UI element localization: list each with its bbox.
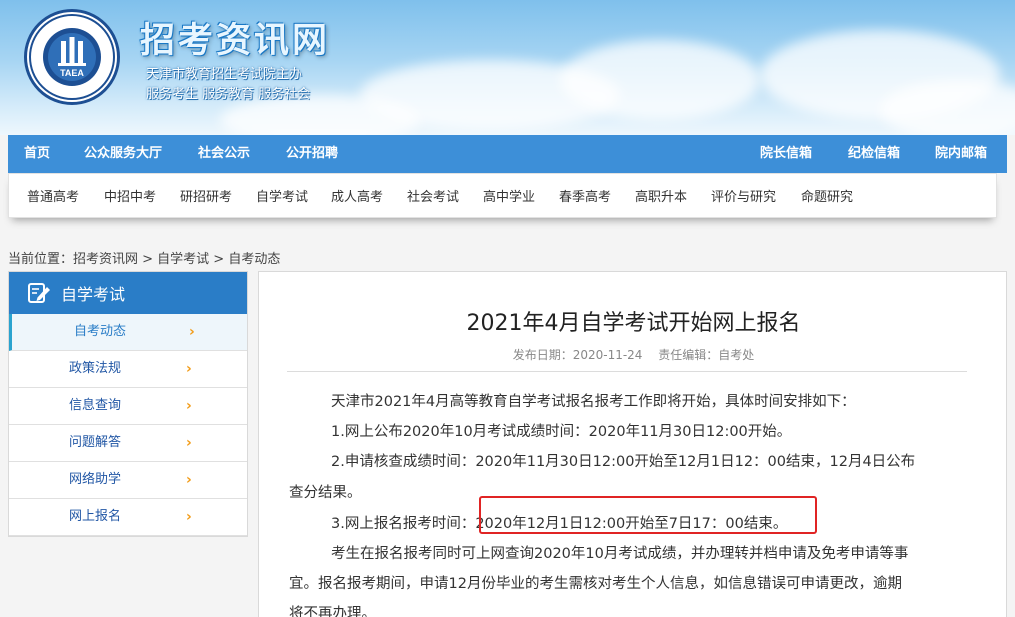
taea-logo-icon: TAEA bbox=[29, 14, 115, 100]
site-subtitle-host: 天津市教育招生考试院主办 bbox=[146, 67, 303, 82]
site-title: 招考资讯网 bbox=[140, 21, 331, 61]
subnav-adult-exam[interactable]: 成人高考 bbox=[331, 186, 383, 205]
subnav-self-study-exam[interactable]: 自学考试 bbox=[256, 186, 308, 205]
sidebar-item-label: 网上报名 bbox=[69, 509, 122, 524]
sidebar-item-online-tutoring[interactable]: 网络助学 › bbox=[9, 462, 247, 499]
sidebar-item-info-query[interactable]: 信息查询 › bbox=[9, 388, 247, 425]
highlight-box bbox=[479, 496, 817, 534]
sub-nav: 普通高考 中招中考 研招研考 自学考试 成人高考 社会考试 高中学业 春季高考 … bbox=[8, 173, 997, 218]
nav-president-mailbox[interactable]: 院长信箱 bbox=[760, 135, 812, 173]
subnav-vocational-upgrade[interactable]: 高职升本 bbox=[635, 186, 687, 205]
main-nav: 首页 公众服务大厅 社会公示 公开招聘 院长信箱 纪检信箱 院内邮箱 bbox=[8, 135, 1007, 173]
sidebar-item-faq[interactable]: 问题解答 › bbox=[9, 425, 247, 462]
subnav-graduate-exam[interactable]: 研招研考 bbox=[180, 186, 232, 205]
sidebar-title: 自学考试 bbox=[61, 285, 126, 304]
article-editor: 责任编辑：自考处 bbox=[658, 348, 755, 362]
chevron-right-icon: › bbox=[186, 472, 192, 488]
article-paragraph: 天津市2021年4月高等教育自学考试报名报考工作即将开始，具体时间安排如下： bbox=[331, 394, 856, 410]
chevron-right-icon: › bbox=[186, 398, 192, 414]
divider bbox=[287, 371, 967, 372]
article-paragraph: 查分结果。 bbox=[289, 485, 362, 501]
subnav-spring-gaokao[interactable]: 春季高考 bbox=[559, 186, 611, 205]
svg-text:TAEA: TAEA bbox=[60, 68, 84, 78]
sidebar-item-online-registration[interactable]: 网上报名 › bbox=[9, 499, 247, 536]
article-paragraph: 将不再办理。 bbox=[289, 606, 376, 617]
subnav-general-gaokao[interactable]: 普通高考 bbox=[27, 186, 79, 205]
sidebar-item-policies[interactable]: 政策法规 › bbox=[9, 351, 247, 388]
article-panel: 2021年4月自学考试开始网上报名 发布日期：2020-11-24 责任编辑：自… bbox=[258, 271, 1007, 617]
sidebar-item-label: 网络助学 bbox=[69, 472, 122, 487]
nav-discipline-mailbox[interactable]: 纪检信箱 bbox=[848, 135, 900, 173]
sidebar-item-label: 问题解答 bbox=[69, 435, 122, 450]
article-title: 2021年4月自学考试开始网上报名 bbox=[466, 311, 801, 336]
article-paragraph: 宜。报名报考期间，申请12月份毕业的考生需核对考生个人信息，如信息错误可申请更改… bbox=[289, 576, 902, 592]
chevron-right-icon: › bbox=[186, 361, 192, 377]
header-banner: TAEA 招考资讯网 天津市教育招生考试院主办 服务考生 服务教育 服务社会 bbox=[0, 0, 1015, 135]
article-paragraph: 2.申请核查成绩时间：2020年11月30日12:00开始至12月1日12：00… bbox=[331, 454, 916, 470]
article-paragraph: 1.网上公布2020年10月考试成绩时间：2020年11月30日12:00开始。 bbox=[331, 424, 792, 440]
site-slogan: 服务考生 服务教育 服务社会 bbox=[146, 87, 311, 102]
subnav-evaluation-research[interactable]: 评价与研究 bbox=[711, 186, 776, 205]
sidebar-item-self-study-news[interactable]: 自考动态 › bbox=[9, 314, 247, 351]
article-meta: 发布日期：2020-11-24 责任编辑：自考处 bbox=[259, 346, 1008, 363]
subnav-zhongkao[interactable]: 中招中考 bbox=[104, 186, 156, 205]
sidebar-item-label: 信息查询 bbox=[69, 398, 122, 413]
chevron-right-icon: › bbox=[186, 435, 192, 451]
chevron-right-icon: › bbox=[186, 509, 192, 525]
chevron-right-icon: › bbox=[189, 324, 195, 340]
nav-home[interactable]: 首页 bbox=[24, 135, 50, 173]
nav-public-notice[interactable]: 社会公示 bbox=[198, 135, 250, 173]
sidebar: 自学考试 自考动态 › 政策法规 › 信息查询 › 问题解答 › 网络助学 › … bbox=[8, 271, 248, 537]
article-paragraph: 考生在报名报考同时可上网查询2020年10月考试成绩，并办理转并档申请及免考申请… bbox=[331, 546, 909, 562]
nav-public-service-hall[interactable]: 公众服务大厅 bbox=[84, 135, 162, 173]
publish-date: 发布日期：2020-11-24 bbox=[512, 348, 643, 362]
sidebar-header: 自学考试 bbox=[9, 272, 247, 314]
edit-note-icon bbox=[28, 283, 50, 303]
cloud-decoration bbox=[560, 40, 760, 120]
sidebar-item-label: 自考动态 bbox=[74, 324, 127, 339]
nav-recruitment[interactable]: 公开招聘 bbox=[286, 135, 338, 173]
subnav-high-school-academic[interactable]: 高中学业 bbox=[483, 186, 535, 205]
subnav-social-exam[interactable]: 社会考试 bbox=[407, 186, 459, 205]
sidebar-item-label: 政策法规 bbox=[69, 361, 122, 376]
subnav-exam-design-research[interactable]: 命题研究 bbox=[801, 186, 853, 205]
site-logo[interactable]: TAEA bbox=[24, 9, 120, 105]
nav-internal-mailbox[interactable]: 院内邮箱 bbox=[935, 135, 987, 173]
breadcrumb: 当前位置：招考资讯网 > 自学考试 > 自考动态 bbox=[8, 252, 281, 267]
